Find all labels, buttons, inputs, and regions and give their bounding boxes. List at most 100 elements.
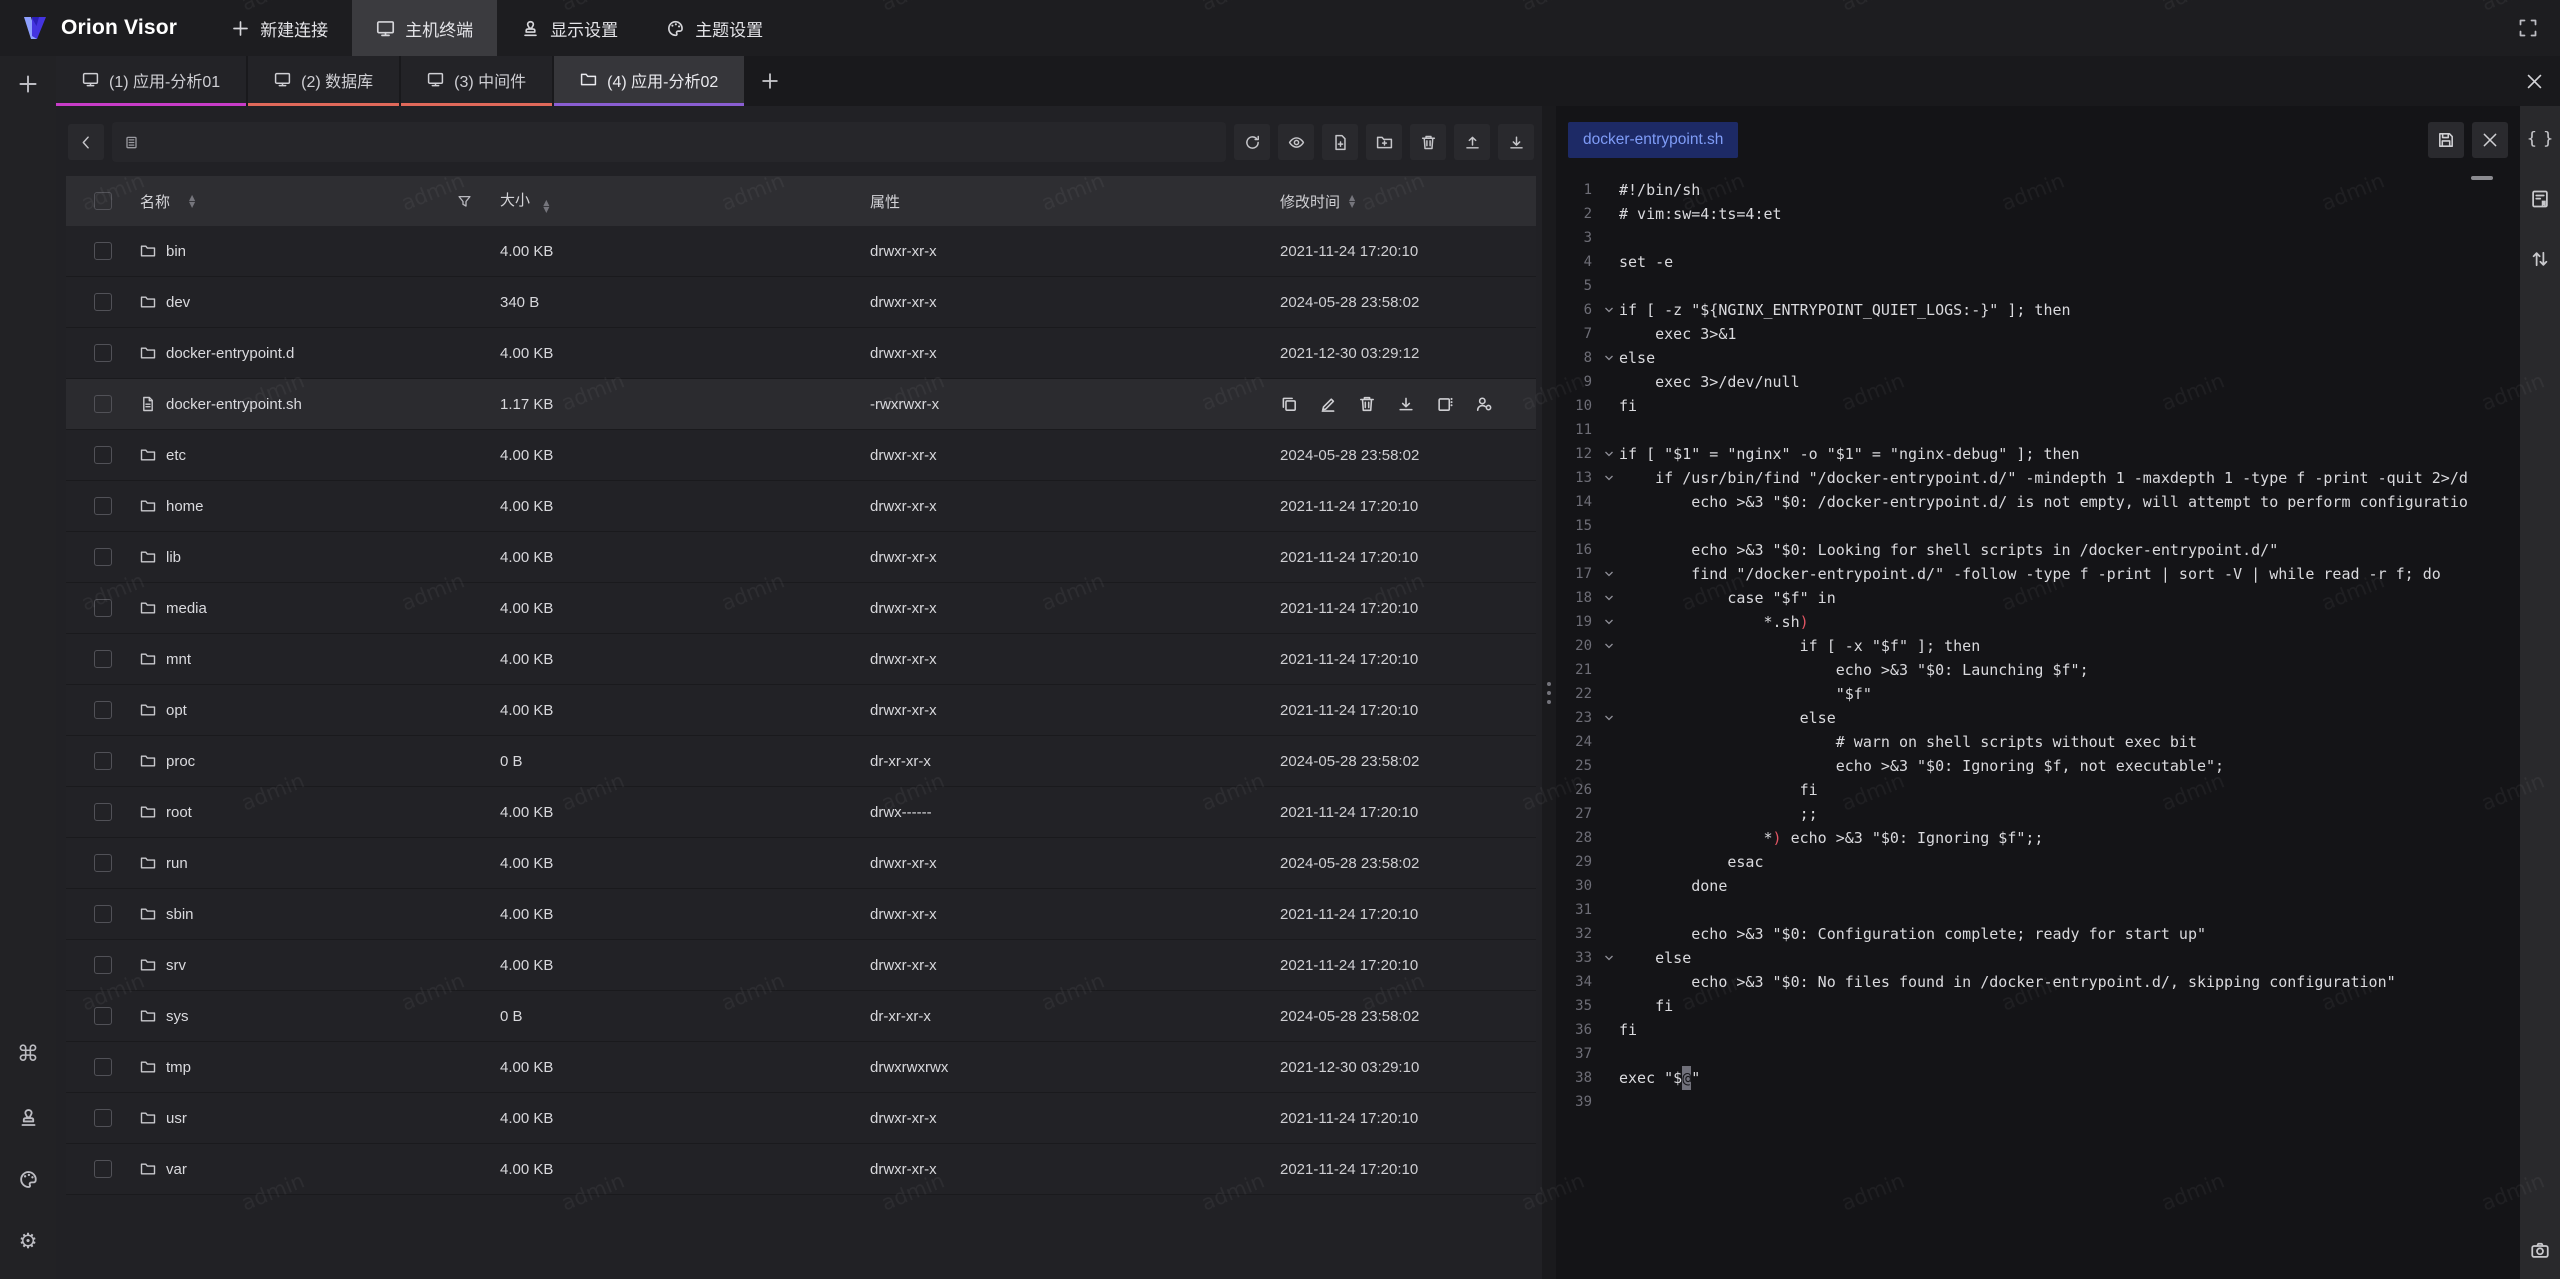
save-button[interactable] bbox=[2428, 122, 2464, 158]
row-checkbox[interactable] bbox=[94, 854, 112, 872]
upload-button[interactable] bbox=[1454, 124, 1490, 160]
stamp-button[interactable] bbox=[10, 1099, 46, 1135]
code-line-14[interactable]: 14 echo >&3 "$0: /docker-entrypoint.d/ i… bbox=[1556, 490, 2520, 514]
code-line-6[interactable]: 6if [ -z "${NGINX_ENTRYPOINT_QUIET_LOGS:… bbox=[1556, 298, 2520, 322]
code-line-31[interactable]: 31 bbox=[1556, 898, 2520, 922]
row-checkbox[interactable] bbox=[94, 752, 112, 770]
row-checkbox[interactable] bbox=[94, 344, 112, 362]
sort-size[interactable]: ▲▼ bbox=[543, 199, 549, 213]
panel-splitter[interactable] bbox=[1542, 106, 1556, 1279]
fold-gutter[interactable] bbox=[1599, 298, 1619, 322]
code-line-7[interactable]: 7 exec 3>&1 bbox=[1556, 322, 2520, 346]
file-row-tmp[interactable]: tmp4.00 KBdrwxrwxrwx2021-12-30 03:29:10 bbox=[66, 1042, 1536, 1093]
column-name[interactable]: 名称 bbox=[140, 191, 170, 212]
code-line-5[interactable]: 5 bbox=[1556, 274, 2520, 298]
eye-button[interactable] bbox=[1278, 124, 1314, 160]
code-line-33[interactable]: 33 else bbox=[1556, 946, 2520, 970]
terminal-tab-1[interactable]: (1) 应用-分析01 bbox=[56, 56, 246, 106]
code-line-23[interactable]: 23 else bbox=[1556, 706, 2520, 730]
sort-name[interactable]: ▲▼ bbox=[189, 194, 195, 208]
sort-time[interactable]: ▲▼ bbox=[1349, 194, 1355, 208]
file-row-lib[interactable]: lib4.00 KBdrwxr-xr-x2021-11-24 17:20:10 bbox=[66, 532, 1536, 583]
row-checkbox[interactable] bbox=[94, 1058, 112, 1076]
terminal-tab-2[interactable]: (2) 数据库 bbox=[248, 56, 399, 106]
file-row-opt[interactable]: opt4.00 KBdrwxr-xr-x2021-11-24 17:20:10 bbox=[66, 685, 1536, 736]
move-action-icon[interactable] bbox=[1436, 395, 1454, 413]
gear-button[interactable]: ⚙ bbox=[10, 1223, 46, 1259]
permissions-action-icon[interactable] bbox=[1475, 395, 1493, 413]
file-name[interactable]: var bbox=[166, 1161, 187, 1178]
code-line-19[interactable]: 19 *.sh) bbox=[1556, 610, 2520, 634]
code-line-21[interactable]: 21 echo >&3 "$0: Launching $f"; bbox=[1556, 658, 2520, 682]
palette-button[interactable] bbox=[10, 1161, 46, 1197]
menu-item-2[interactable]: 主机终端 bbox=[352, 0, 497, 56]
code-line-32[interactable]: 32 echo >&3 "$0: Configuration complete;… bbox=[1556, 922, 2520, 946]
code-line-25[interactable]: 25 echo >&3 "$0: Ignoring $f, not execut… bbox=[1556, 754, 2520, 778]
download-action-icon[interactable] bbox=[1397, 395, 1415, 413]
row-checkbox[interactable] bbox=[94, 242, 112, 260]
code-line-39[interactable]: 39 bbox=[1556, 1090, 2520, 1114]
file-name[interactable]: docker-entrypoint.sh bbox=[166, 396, 302, 413]
file-row-docker-entrypoint.d[interactable]: docker-entrypoint.d4.00 KBdrwxr-xr-x2021… bbox=[66, 328, 1536, 379]
code-line-1[interactable]: 1#!/bin/sh bbox=[1556, 178, 2520, 202]
file-name[interactable]: home bbox=[166, 498, 204, 515]
menu-item-3[interactable]: 显示设置 bbox=[497, 0, 642, 56]
code-line-22[interactable]: 22 "$f" bbox=[1556, 682, 2520, 706]
code-line-35[interactable]: 35 fi bbox=[1556, 994, 2520, 1018]
code-line-24[interactable]: 24 # warn on shell scripts without exec … bbox=[1556, 730, 2520, 754]
code-line-3[interactable]: 3 bbox=[1556, 226, 2520, 250]
code-line-9[interactable]: 9 exec 3>/dev/null bbox=[1556, 370, 2520, 394]
row-checkbox[interactable] bbox=[94, 395, 112, 413]
row-checkbox[interactable] bbox=[94, 1007, 112, 1025]
code-line-18[interactable]: 18 case "$f" in bbox=[1556, 586, 2520, 610]
row-checkbox[interactable] bbox=[94, 701, 112, 719]
code-line-2[interactable]: 2# vim:sw=4:ts=4:et bbox=[1556, 202, 2520, 226]
file-name[interactable]: root bbox=[166, 804, 192, 821]
camera-button[interactable] bbox=[2525, 1235, 2555, 1265]
file-row-srv[interactable]: srv4.00 KBdrwxr-xr-x2021-11-24 17:20:10 bbox=[66, 940, 1536, 991]
doc-bookmark-button[interactable] bbox=[2525, 184, 2555, 214]
file-row-usr[interactable]: usr4.00 KBdrwxr-xr-x2021-11-24 17:20:10 bbox=[66, 1093, 1536, 1144]
select-all-checkbox[interactable] bbox=[94, 192, 112, 210]
code-line-26[interactable]: 26 fi bbox=[1556, 778, 2520, 802]
terminal-tab-4[interactable]: (4) 应用-分析02 bbox=[554, 56, 744, 106]
code-editor[interactable]: 1#!/bin/sh2# vim:sw=4:ts=4:et34set -e56i… bbox=[1556, 174, 2520, 1279]
row-checkbox[interactable] bbox=[94, 956, 112, 974]
file-name[interactable]: docker-entrypoint.d bbox=[166, 345, 294, 362]
command-button[interactable]: ⌘ bbox=[10, 1037, 46, 1073]
new-file-button[interactable] bbox=[1322, 124, 1358, 160]
fold-gutter[interactable] bbox=[1599, 610, 1619, 634]
trash-action-icon[interactable] bbox=[1358, 395, 1376, 413]
row-checkbox[interactable] bbox=[94, 497, 112, 515]
row-checkbox[interactable] bbox=[94, 905, 112, 923]
file-row-dev[interactable]: dev340 Bdrwxr-xr-x2024-05-28 23:58:02 bbox=[66, 277, 1536, 328]
file-name[interactable]: lib bbox=[166, 549, 181, 566]
copy-action-icon[interactable] bbox=[1280, 395, 1298, 413]
code-line-8[interactable]: 8else bbox=[1556, 346, 2520, 370]
file-row-sys[interactable]: sys0 Bdr-xr-xr-x2024-05-28 23:58:02 bbox=[66, 991, 1536, 1042]
download-button[interactable] bbox=[1498, 124, 1534, 160]
code-line-11[interactable]: 11 bbox=[1556, 418, 2520, 442]
code-line-28[interactable]: 28 *) echo >&3 "$0: Ignoring $f";; bbox=[1556, 826, 2520, 850]
file-row-home[interactable]: home4.00 KBdrwxr-xr-x2021-11-24 17:20:10 bbox=[66, 481, 1536, 532]
file-row-var[interactable]: var4.00 KBdrwxr-xr-x2021-11-24 17:20:10 bbox=[66, 1144, 1536, 1195]
file-name[interactable]: mnt bbox=[166, 651, 191, 668]
edit-action-icon[interactable] bbox=[1319, 395, 1337, 413]
file-name[interactable]: proc bbox=[166, 753, 195, 770]
file-name[interactable]: tmp bbox=[166, 1059, 191, 1076]
menu-item-1[interactable]: 新建连接 bbox=[207, 0, 352, 56]
code-line-38[interactable]: 38exec "$@" bbox=[1556, 1066, 2520, 1090]
fold-gutter[interactable] bbox=[1599, 466, 1619, 490]
fold-gutter[interactable] bbox=[1599, 586, 1619, 610]
row-checkbox[interactable] bbox=[94, 599, 112, 617]
column-time[interactable]: 修改时间 bbox=[1280, 191, 1340, 212]
row-checkbox[interactable] bbox=[94, 1160, 112, 1178]
code-line-37[interactable]: 37 bbox=[1556, 1042, 2520, 1066]
code-line-29[interactable]: 29 esac bbox=[1556, 850, 2520, 874]
file-row-mnt[interactable]: mnt4.00 KBdrwxr-xr-x2021-11-24 17:20:10 bbox=[66, 634, 1536, 685]
code-line-27[interactable]: 27 ;; bbox=[1556, 802, 2520, 826]
swap-arrows-button[interactable] bbox=[2525, 244, 2555, 274]
column-size[interactable]: 大小 bbox=[500, 192, 530, 209]
row-checkbox[interactable] bbox=[94, 650, 112, 668]
fold-gutter[interactable] bbox=[1599, 346, 1619, 370]
